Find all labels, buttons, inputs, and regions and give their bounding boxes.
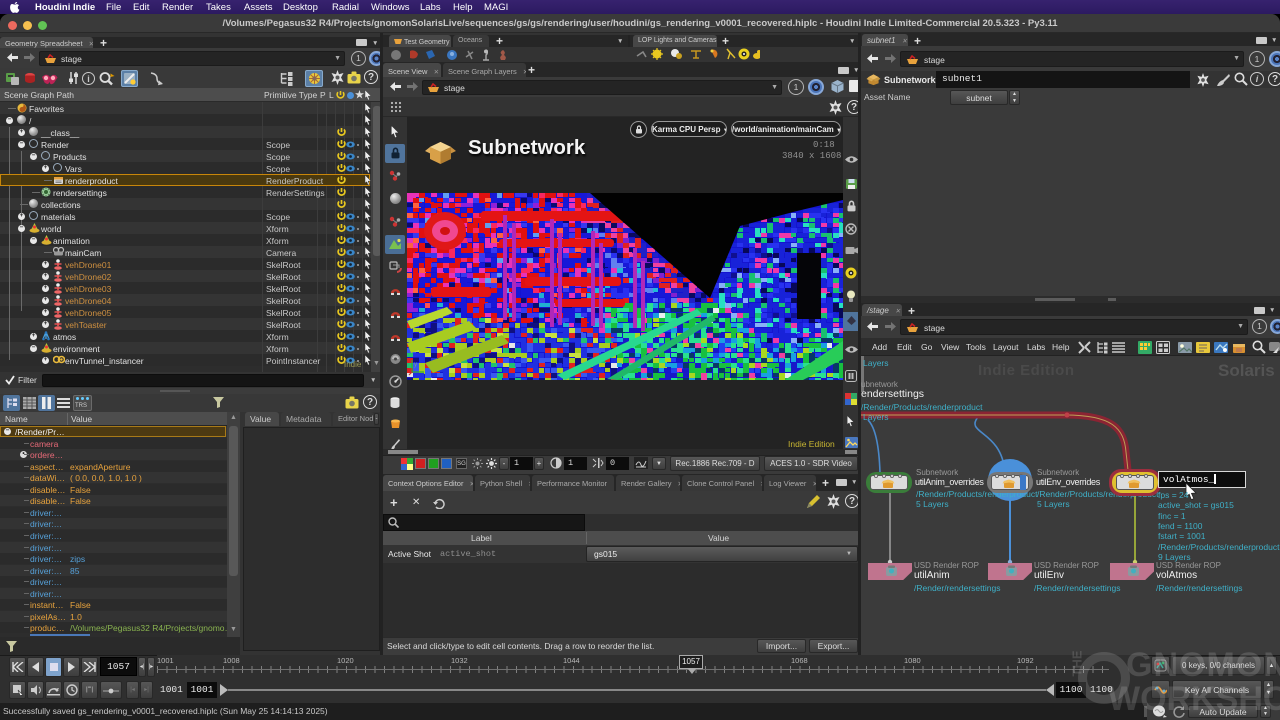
svg-text:y: y [414, 362, 417, 368]
